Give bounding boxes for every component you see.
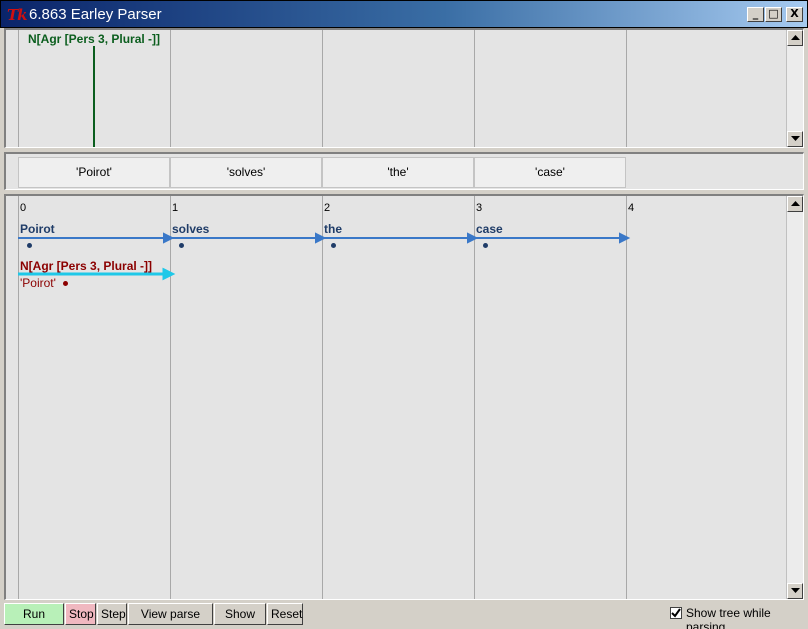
show-log-button[interactable]: Show log — [214, 603, 266, 629]
column-divider — [322, 30, 323, 147]
word-box: 'the' — [322, 157, 474, 188]
title-bar[interactable]: Tk 6.863 Earley Parser _ □ X — [0, 0, 808, 28]
chart-scrollbar[interactable] — [786, 196, 803, 599]
scroll-down-button[interactable] — [787, 583, 803, 599]
scroll-down-button[interactable] — [787, 131, 803, 147]
stop-button[interactable]: Stop — [65, 603, 96, 625]
tk-logo-icon: Tk — [7, 6, 28, 24]
dot-marker — [63, 281, 68, 286]
arrow-head — [619, 232, 631, 244]
tree-root-label: N[Agr [Pers 3, Plural -]] — [28, 32, 161, 46]
column-divider — [474, 30, 475, 147]
word-box: 'case' — [474, 157, 626, 188]
maximize-button[interactable]: □ — [765, 7, 782, 22]
chart-panel[interactable]: 0 1 2 3 4 Poirot solves the case N[Agr [… — [4, 194, 804, 600]
active-edge-rhs: 'Poirot' — [20, 276, 56, 290]
window-title: 6.863 Earley Parser — [29, 6, 162, 23]
dot-marker — [179, 243, 184, 248]
checkmark-icon — [671, 608, 681, 618]
word-box: 'solves' — [170, 157, 322, 188]
down-arrow-icon — [791, 136, 800, 141]
column-divider — [626, 30, 627, 147]
tree-scrollbar[interactable] — [786, 30, 803, 147]
up-arrow-icon — [791, 35, 800, 40]
show-tree-label: Show tree while parsing — [686, 606, 771, 629]
word-row-panel: 'Poirot' 'solves' 'the' 'case' — [4, 152, 804, 190]
run-parser-button[interactable]: Run parser — [4, 603, 64, 629]
reset-button[interactable]: Reset — [267, 603, 303, 625]
scroll-up-button[interactable] — [787, 30, 803, 46]
minimize-button[interactable]: _ — [747, 7, 764, 22]
show-tree-checkbox[interactable] — [670, 607, 682, 619]
down-arrow-icon — [791, 588, 800, 593]
up-arrow-icon — [791, 201, 800, 206]
step-button[interactable]: Step — [97, 603, 127, 625]
dot-marker — [27, 243, 32, 248]
tree-stem-line — [93, 46, 95, 147]
close-button[interactable]: X — [786, 7, 803, 22]
word-box: 'Poirot' — [18, 157, 170, 188]
column-divider — [18, 30, 19, 147]
active-edge-label: N[Agr [Pers 3, Plural -]] — [20, 259, 153, 273]
scroll-up-button[interactable] — [787, 196, 803, 212]
dot-marker — [483, 243, 488, 248]
arrow-head — [162, 267, 176, 281]
dot-marker — [331, 243, 336, 248]
edge-arrows — [18, 232, 631, 281]
view-parse-trees-button[interactable]: View parse trees — [128, 603, 213, 629]
column-divider — [170, 30, 171, 147]
parse-tree-panel[interactable]: N[Agr [Pers 3, Plural -]] — [4, 28, 804, 148]
